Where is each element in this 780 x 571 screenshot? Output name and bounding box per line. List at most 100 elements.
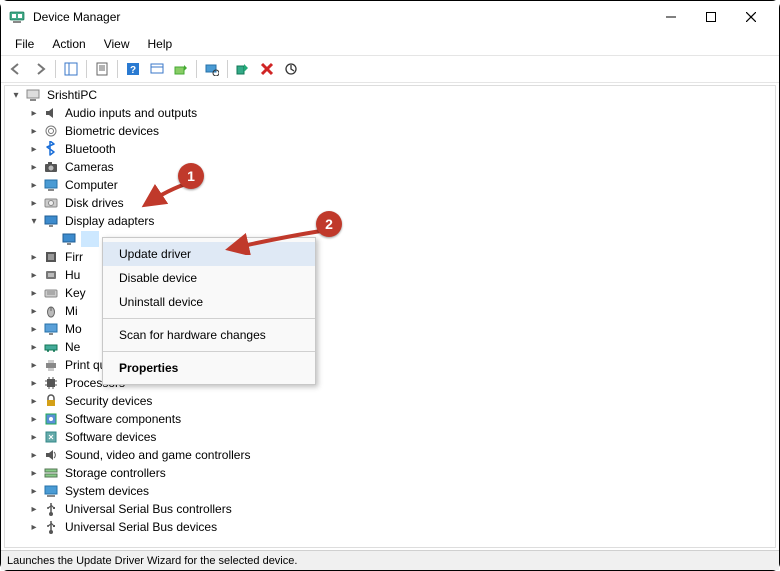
update-driver-button[interactable] <box>170 58 192 80</box>
close-button[interactable] <box>731 3 771 31</box>
tree-node-label: Audio inputs and outputs <box>65 106 197 120</box>
root-label: SrishtiPC <box>47 88 97 102</box>
help-button[interactable]: ? <box>122 58 144 80</box>
tree-node-label: Mi <box>65 304 78 318</box>
minimize-button[interactable] <box>651 3 691 31</box>
storage-icon <box>43 465 59 481</box>
ctx-separator <box>103 318 315 319</box>
tree-node[interactable]: ▸ Audio inputs and outputs <box>5 104 775 122</box>
chevron-right-icon[interactable]: ▸ <box>27 124 41 138</box>
menubar: File Action View Help <box>1 33 779 55</box>
chevron-down-icon[interactable]: ▾ <box>9 88 23 102</box>
tree-node[interactable]: ▸ Software components <box>5 410 775 428</box>
chevron-right-icon[interactable]: ▸ <box>27 430 41 444</box>
tree-node[interactable]: ▸Bluetooth <box>5 140 775 158</box>
menu-view[interactable]: View <box>96 35 138 53</box>
chevron-right-icon[interactable]: ▸ <box>27 466 41 480</box>
softdev-icon <box>43 429 59 445</box>
ctx-scan-hardware[interactable]: Scan for hardware changes <box>103 323 315 347</box>
chevron-right-icon[interactable]: ▸ <box>27 412 41 426</box>
firmware-icon <box>43 249 59 265</box>
uninstall-device-button[interactable] <box>256 58 278 80</box>
tree-node-label: Firr <box>65 250 83 264</box>
printer-icon <box>43 357 59 373</box>
keyboard-icon <box>43 285 59 301</box>
chevron-right-icon[interactable]: ▸ <box>27 106 41 120</box>
ctx-properties[interactable]: Properties <box>103 356 315 380</box>
tree-node[interactable]: ▸ Cameras <box>5 158 775 176</box>
computer-root-icon <box>25 87 41 103</box>
tree-node-label: Security devices <box>65 394 152 408</box>
tree-node[interactable]: ▸ Storage controllers <box>5 464 775 482</box>
computer-icon <box>43 177 59 193</box>
arrow-2 <box>223 227 323 255</box>
ctx-uninstall-device[interactable]: Uninstall device <box>103 290 315 314</box>
camera-icon <box>43 159 59 175</box>
hid-icon <box>43 267 59 283</box>
disable-device-button[interactable] <box>280 58 302 80</box>
disk-icon <box>43 195 59 211</box>
tree-node[interactable]: ▸ Biometric devices <box>5 122 775 140</box>
tree-node-label: Hu <box>65 268 80 282</box>
tree-node[interactable]: ▸System devices <box>5 482 775 500</box>
context-menu: Update driver Disable device Uninstall d… <box>102 237 316 385</box>
chevron-right-icon[interactable]: ▸ <box>27 304 41 318</box>
tree-node[interactable]: ▸Universal Serial Bus devices <box>5 518 775 536</box>
menu-file[interactable]: File <box>7 35 42 53</box>
monitor-icon <box>43 321 59 337</box>
callout-2: 2 <box>316 211 342 237</box>
titlebar: Device Manager <box>1 1 779 33</box>
maximize-button[interactable] <box>691 3 731 31</box>
menu-help[interactable]: Help <box>140 35 181 53</box>
chevron-right-icon[interactable]: ▸ <box>27 142 41 156</box>
tree-node-label: Universal Serial Bus controllers <box>65 502 232 516</box>
chevron-right-icon[interactable]: ▸ <box>27 502 41 516</box>
chevron-right-icon[interactable]: ▸ <box>27 160 41 174</box>
tree-node-label: Software devices <box>65 430 156 444</box>
chevron-right-icon[interactable]: ▸ <box>27 394 41 408</box>
biometric-icon <box>43 123 59 139</box>
tree-node-label: Cameras <box>65 160 114 174</box>
chevron-right-icon[interactable]: ▸ <box>27 484 41 498</box>
tree-node-label: Computer <box>65 178 118 192</box>
app-icon <box>9 9 25 25</box>
chevron-right-icon[interactable]: ▸ <box>27 322 41 336</box>
toolbar: ? <box>1 55 779 83</box>
tree-node[interactable]: ▸ Software devices <box>5 428 775 446</box>
network-icon <box>43 339 59 355</box>
show-hide-tree-button[interactable] <box>60 58 82 80</box>
enable-device-button[interactable] <box>232 58 254 80</box>
chevron-right-icon[interactable]: ▸ <box>27 340 41 354</box>
action-center-button[interactable] <box>146 58 168 80</box>
status-text: Launches the Update Driver Wizard for th… <box>7 555 297 567</box>
chevron-right-icon[interactable]: ▸ <box>27 196 41 210</box>
chevron-right-icon[interactable]: ▸ <box>27 448 41 462</box>
chevron-right-icon[interactable]: ▸ <box>27 358 41 372</box>
tree-node-label: Software components <box>65 412 181 426</box>
forward-button[interactable] <box>29 58 51 80</box>
chevron-down-icon[interactable]: ▾ <box>27 214 41 228</box>
properties-button[interactable] <box>91 58 113 80</box>
tree-node-label: Storage controllers <box>65 466 166 480</box>
back-button[interactable] <box>5 58 27 80</box>
tree-node[interactable]: ▾Display adapters <box>5 212 775 230</box>
chevron-right-icon[interactable]: ▸ <box>27 520 41 534</box>
audio-icon <box>43 105 59 121</box>
tree-node-label: Mo <box>65 322 82 336</box>
menu-action[interactable]: Action <box>44 35 93 53</box>
tree-node[interactable]: ▸Sound, video and game controllers <box>5 446 775 464</box>
scan-hardware-button[interactable] <box>201 58 223 80</box>
tree-node[interactable]: ▸ Universal Serial Bus controllers <box>5 500 775 518</box>
tree-node[interactable]: ▸ Computer <box>5 176 775 194</box>
tree-node-label: Biometric devices <box>65 124 159 138</box>
tree-node[interactable]: ▸ Security devices <box>5 392 775 410</box>
tree-node[interactable]: ▸Disk drives <box>5 194 775 212</box>
ctx-disable-device[interactable]: Disable device <box>103 266 315 290</box>
chevron-right-icon[interactable]: ▸ <box>27 376 41 390</box>
chevron-right-icon[interactable]: ▸ <box>27 286 41 300</box>
tree-root[interactable]: ▾ SrishtiPC <box>5 86 775 104</box>
chevron-right-icon[interactable]: ▸ <box>27 178 41 192</box>
chevron-right-icon[interactable]: ▸ <box>27 268 41 282</box>
chevron-right-icon[interactable]: ▸ <box>27 250 41 264</box>
window-title: Device Manager <box>33 10 120 24</box>
